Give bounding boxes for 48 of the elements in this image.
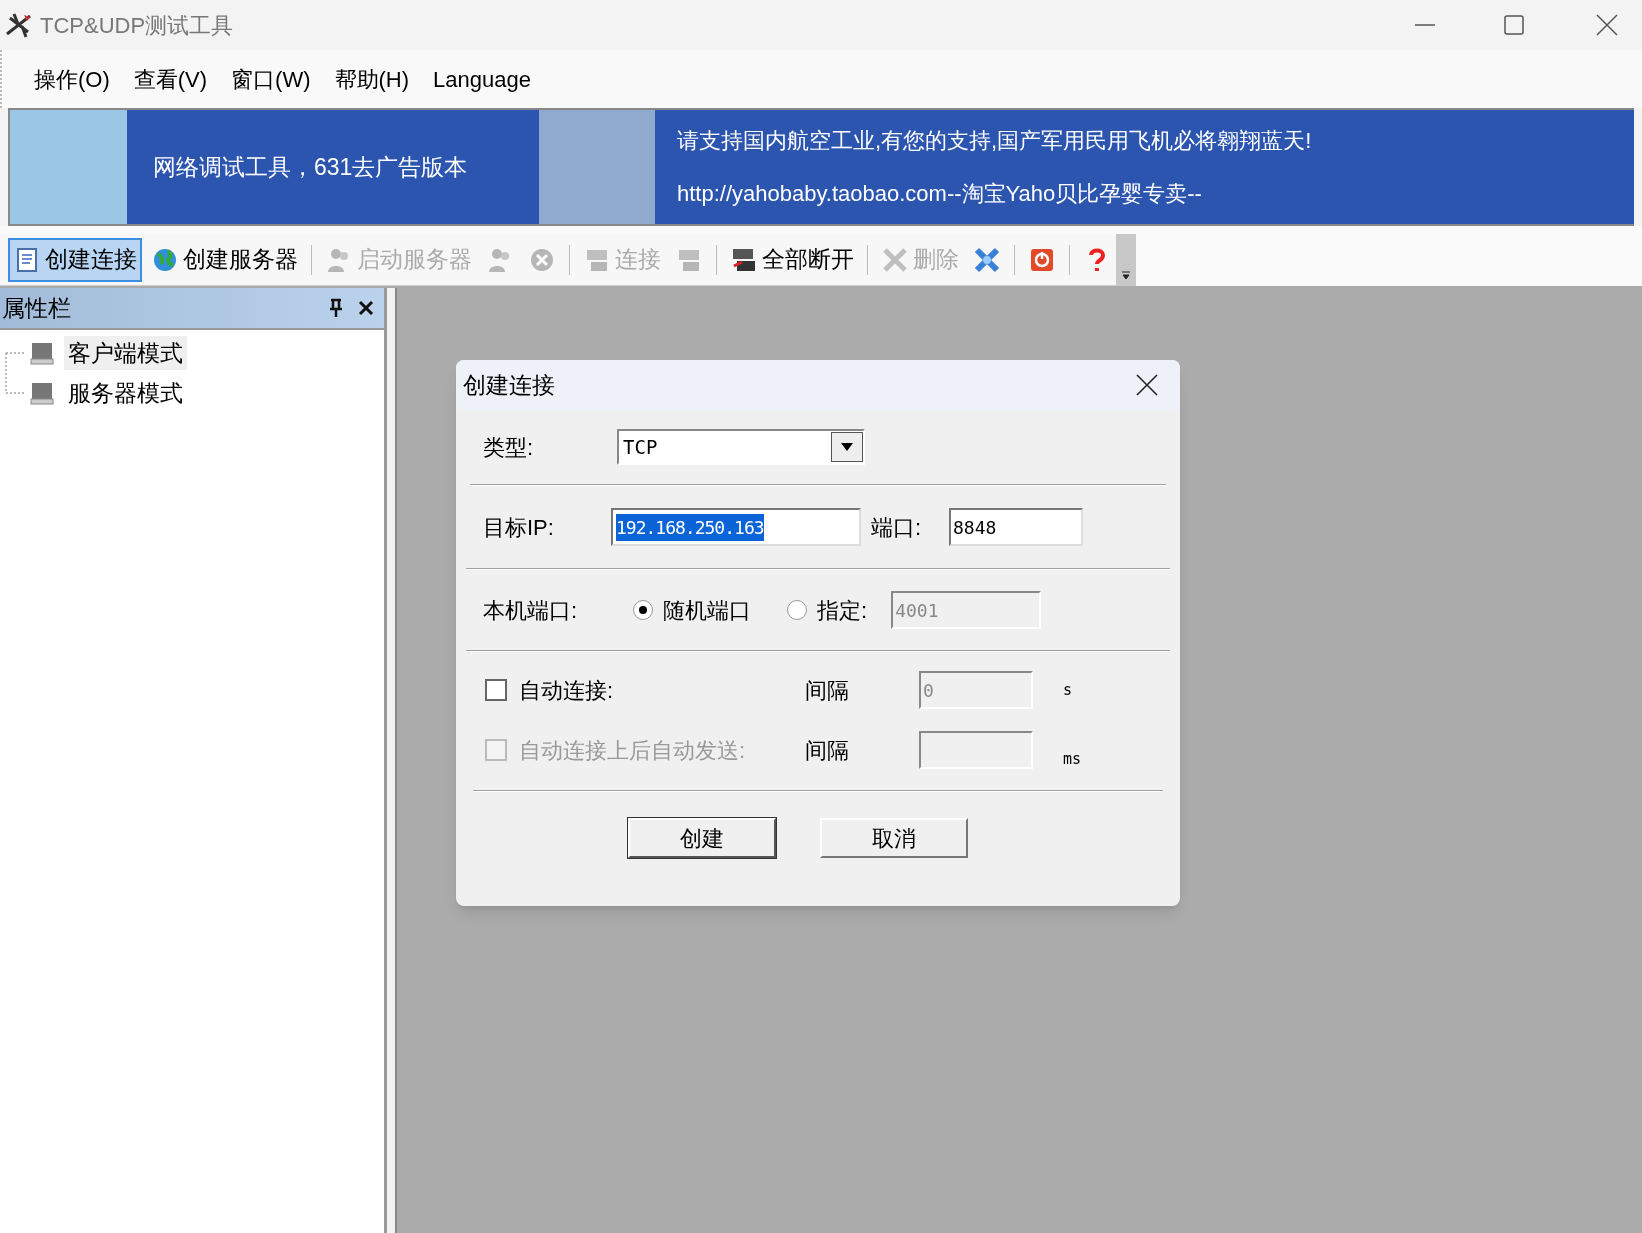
checkbox-label: 自动连接: xyxy=(519,676,614,705)
type-dropdown[interactable]: TCP xyxy=(617,429,865,465)
menu-item[interactable]: 窗口(W) xyxy=(221,62,321,96)
toolbar-button[interactable]: 创建服务器 xyxy=(146,237,303,282)
pin-icon[interactable] xyxy=(328,298,344,318)
menu-item[interactable]: 查看(V) xyxy=(123,62,218,96)
tree-item[interactable]: 服务器模式 xyxy=(64,375,187,411)
radio-button[interactable] xyxy=(633,600,653,620)
banner-text: 请支持国内航空工业,有您的支持,国产军用民用飞机必将翱翔蓝天! xyxy=(677,127,1312,155)
interval-field[interactable] xyxy=(919,731,1033,769)
unit-label: s xyxy=(1063,679,1073,701)
radio-option[interactable]: 随机端口 xyxy=(633,593,751,627)
menu-item[interactable]: 帮助(H) xyxy=(324,62,420,96)
port-label: 端口: xyxy=(871,513,923,542)
dialog-button[interactable]: 取消 xyxy=(820,818,968,858)
close-icon[interactable] xyxy=(358,300,374,316)
computer-icon xyxy=(30,381,54,405)
checkbox[interactable] xyxy=(485,679,507,701)
banner-text: http://yahobaby.taobao.com--淘宝Yaho贝比孕婴专卖-- xyxy=(677,180,1203,208)
dialog-title: 创建连接 xyxy=(463,370,555,400)
banner-text: 网络调试工具，631去广告版本 xyxy=(153,152,468,182)
target-ip-field[interactable]: 192.168.250.163 xyxy=(611,508,861,546)
radio-option[interactable]: 指定: xyxy=(787,593,868,627)
tree-item[interactable]: 客户端模式 xyxy=(64,335,187,371)
menu-item[interactable]: Language xyxy=(423,62,541,96)
type-label: 类型: xyxy=(483,433,535,462)
menu-item[interactable]: 操作(O) xyxy=(24,62,120,96)
unit-label: ms xyxy=(1063,748,1082,770)
delete-icon xyxy=(881,245,909,274)
local-port-label: 本机端口: xyxy=(483,596,579,625)
close-icon[interactable] xyxy=(1596,14,1618,36)
chevron-down-icon xyxy=(1121,270,1131,280)
interval-label: 间隔 xyxy=(805,736,850,765)
interval-label: 间隔 xyxy=(805,676,850,705)
dropdown-arrow-icon xyxy=(841,443,853,451)
computer-icon xyxy=(30,341,54,365)
checkbox-label: 自动连接上后自动发送: xyxy=(519,736,746,765)
toolbar-button[interactable]: 全部断开 xyxy=(725,237,859,282)
port-field[interactable]: 8848 xyxy=(949,508,1083,546)
panel-title: 属性栏 xyxy=(2,293,71,323)
window-title: TCP&UDP测试工具 xyxy=(40,11,234,40)
dialog-button[interactable]: 创建 xyxy=(628,818,776,858)
target-ip-label: 目标IP: xyxy=(483,513,555,542)
toolbar-button[interactable]: 创建连接 xyxy=(8,237,142,282)
close-icon[interactable] xyxy=(1136,374,1158,396)
maximize-icon[interactable] xyxy=(1504,15,1524,35)
toolbar-overflow-button[interactable] xyxy=(1116,234,1136,286)
radio-button[interactable] xyxy=(787,600,807,620)
